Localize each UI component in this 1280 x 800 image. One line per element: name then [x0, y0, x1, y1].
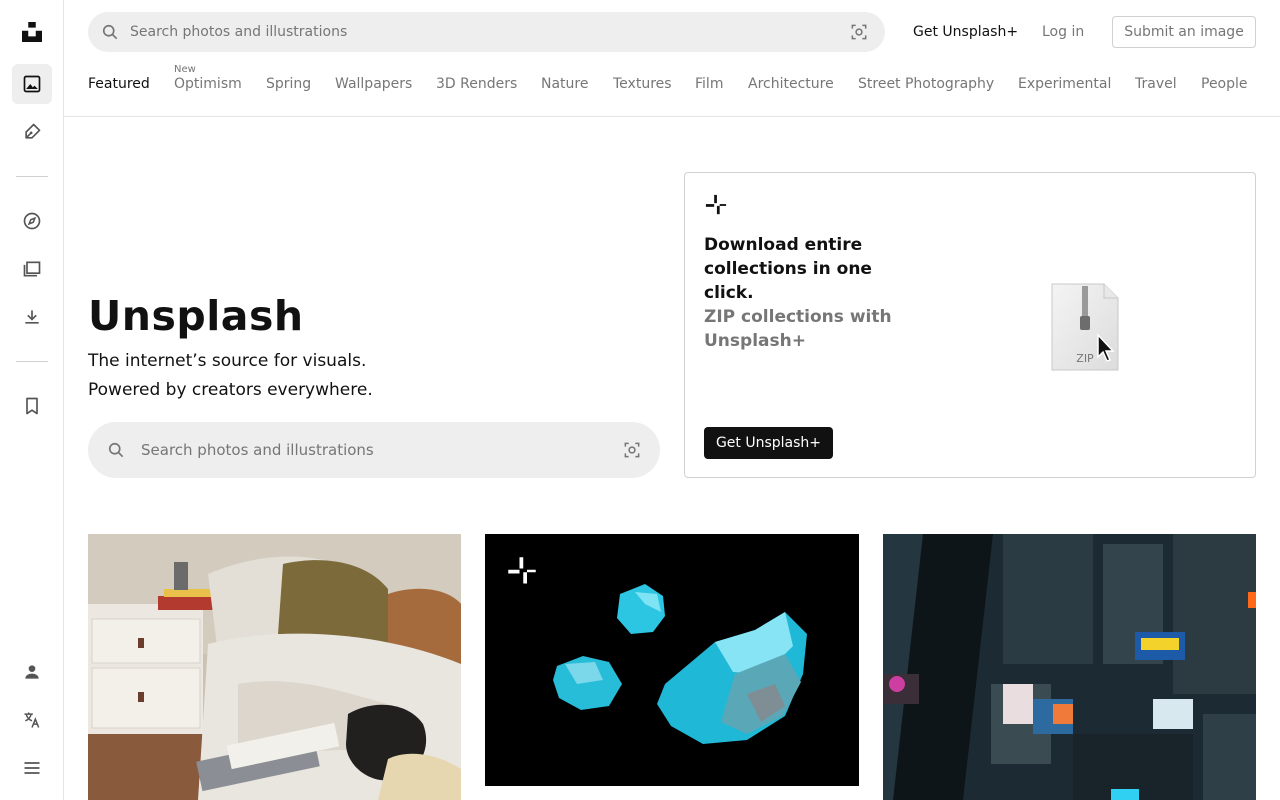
tab-label: Architecture [748, 76, 834, 92]
photo-woman-reading-in-bed [88, 534, 461, 800]
tab-label: Street Photography [858, 76, 995, 92]
tab-label: Textures [613, 76, 672, 92]
hero-subtitle-line-1: The internet’s source for visuals. [88, 351, 367, 371]
bookmark-icon[interactable] [12, 386, 52, 426]
zip-label: ZIP [1076, 352, 1094, 365]
login-link[interactable]: Log in [1042, 22, 1084, 42]
account-icon[interactable] [12, 652, 52, 692]
tab-label: Wallpapers [335, 76, 413, 92]
unsplash-plus-logo-icon [705, 194, 727, 215]
hero-search-input[interactable] [141, 422, 591, 478]
rail-divider [16, 176, 48, 177]
search-icon[interactable] [106, 440, 126, 460]
tab-label: Film [695, 76, 724, 92]
photo-turquoise-rocks [485, 534, 859, 786]
collections-icon[interactable] [12, 249, 52, 289]
language-icon[interactable] [12, 700, 52, 740]
unsplash-plus-badge-icon [508, 557, 536, 584]
unsplash-plus-promo-card: Download entire collections in one click… [684, 172, 1256, 478]
photo-card[interactable] [883, 534, 1256, 800]
header-search-input[interactable] [130, 12, 830, 52]
photo-card[interactable] [88, 534, 461, 800]
tab-label: Optimism [174, 76, 242, 92]
hero-search-bar [88, 422, 660, 478]
search-icon[interactable] [100, 22, 120, 42]
rail-divider [16, 361, 48, 362]
visual-search-icon[interactable] [622, 440, 642, 460]
promo-subline: ZIP collections with Unsplash+ [704, 307, 892, 351]
tab-label: People [1201, 76, 1248, 92]
tab-label: Travel [1135, 76, 1177, 92]
header-search-bar [88, 12, 885, 52]
hero-subtitle-line-2: Powered by creators everywhere. [88, 380, 373, 400]
tab-label: Spring [266, 76, 312, 92]
tab-label: Featured [88, 76, 150, 92]
visual-search-icon[interactable] [849, 22, 869, 42]
photo-card[interactable] [485, 534, 859, 786]
submit-image-button[interactable]: Submit an image [1112, 16, 1256, 48]
illustrations-icon[interactable] [12, 112, 52, 152]
tab-label: 3D Renders [436, 76, 518, 92]
downloads-icon[interactable] [12, 297, 52, 337]
photos-icon[interactable] [12, 64, 52, 104]
tab-label: Experimental [1018, 76, 1112, 92]
get-unsplash-plus-button[interactable]: Get Unsplash+ [704, 427, 833, 459]
tab-label: Nature [541, 76, 589, 92]
promo-headline: Download entire collections in one click… [704, 235, 872, 303]
photo-city-at-night [883, 534, 1256, 800]
menu-icon[interactable] [12, 748, 52, 788]
get-unsplash-plus-link[interactable]: Get Unsplash+ [913, 22, 1018, 42]
topic-nav: Featured New Optimism Spring Wallpapers 3… [64, 64, 1280, 117]
explore-icon[interactable] [12, 201, 52, 241]
zip-file-icon: ZIP [1051, 283, 1119, 371]
unsplash-logo-icon[interactable] [12, 12, 52, 52]
page-title: Unsplash [88, 292, 304, 340]
left-rail [0, 0, 64, 800]
